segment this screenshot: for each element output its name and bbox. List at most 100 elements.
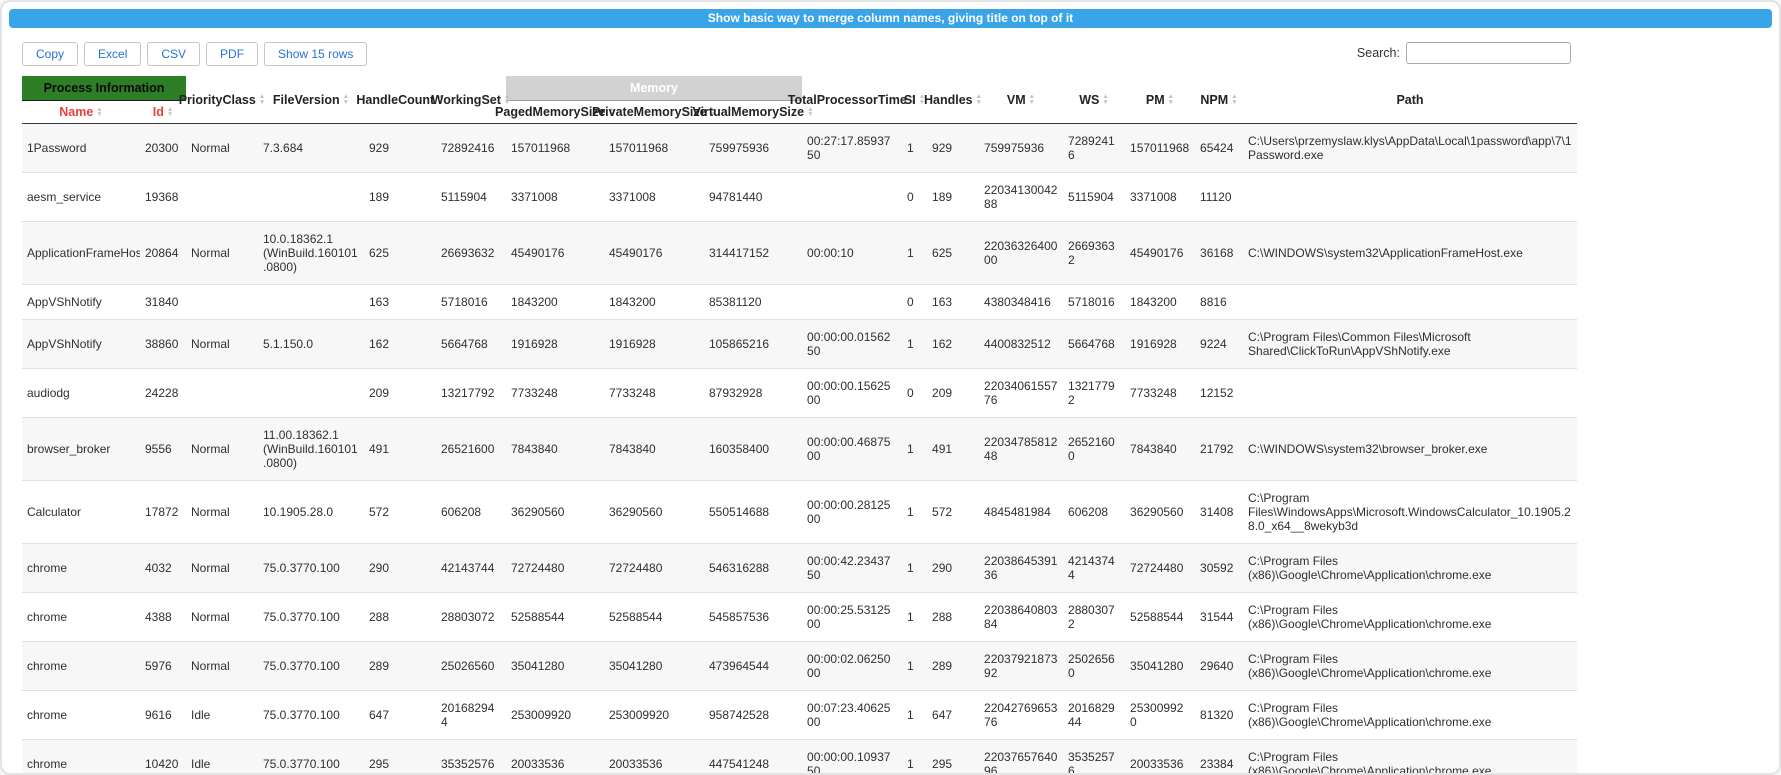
cell: 13217792 [1063,369,1125,418]
cell: Normal [186,481,258,544]
cell: 1 [902,740,927,775]
cell: 606208 [1063,481,1125,544]
cell: aesm_service [22,173,140,222]
cell [258,285,364,320]
column-header-label: WorkingSet [432,93,501,107]
cell: 2203413004288 [979,173,1063,222]
cell: 5115904 [1063,173,1125,222]
column-header-npm[interactable]: NPM▲▼ [1195,76,1243,124]
cell: 1916928 [1125,320,1195,369]
cell: 550514688 [704,481,802,544]
cell: 647 [927,691,979,740]
cell: 00:27:17.8593750 [802,124,902,173]
column-header-pagedmemorysize[interactable]: PagedMemorySize▲▼ [506,101,604,124]
excel-button[interactable]: Excel [84,42,141,66]
sort-arrows-icon: ▲▼ [976,94,982,105]
column-header-label: NPM [1200,93,1228,107]
cell: 75.0.3770.100 [258,642,364,691]
cell: 290 [364,544,436,593]
cell [1243,173,1577,222]
cell: 1Password [22,124,140,173]
search-input[interactable] [1406,42,1571,64]
cell [258,369,364,418]
cell: 45490176 [1125,222,1195,285]
cell: 1 [902,544,927,593]
pdf-button[interactable]: PDF [206,42,258,66]
cell: 1916928 [604,320,704,369]
cell: 1 [902,124,927,173]
cell: 10.0.18362.1 (WinBuild.160101.0800) [258,222,364,285]
table-row: browser_broker9556Normal11.00.18362.1 (W… [22,418,1577,481]
cell: AppVShNotify [22,285,140,320]
cell: 75.0.3770.100 [258,691,364,740]
cell: 625 [927,222,979,285]
cell: 36168 [1195,222,1243,285]
csv-button[interactable]: CSV [147,42,200,66]
cell: 1916928 [506,320,604,369]
cell: 72892416 [436,124,506,173]
cell: 162 [364,320,436,369]
cell [1243,369,1577,418]
cell: 4380348416 [979,285,1063,320]
cell: 75.0.3770.100 [258,740,364,775]
cell: Normal [186,124,258,173]
cell: 929 [927,124,979,173]
cell: 23384 [1195,740,1243,775]
column-header-label: PriorityClass [179,93,256,107]
cell: 5.1.150.0 [258,320,364,369]
cell: 201682944 [436,691,506,740]
cell: 87932928 [704,369,802,418]
cell: 1843200 [604,285,704,320]
cell: Normal [186,222,258,285]
cell: 35041280 [506,642,604,691]
column-header-handles[interactable]: Handles▲▼ [927,76,979,124]
cell: chrome [22,691,140,740]
cell: 2204276965376 [979,691,1063,740]
column-header-pm[interactable]: PM▲▼ [1125,76,1195,124]
cell: 253009920 [506,691,604,740]
column-header-label: VirtualMemorySize [692,105,804,119]
cell: 94781440 [704,173,802,222]
table-row: chrome4032Normal75.0.3770.10029042143744… [22,544,1577,593]
column-header-ws[interactable]: WS▲▼ [1063,76,1125,124]
column-header-priorityclass[interactable]: PriorityClass▲▼ [186,76,258,124]
show-15-rows-button[interactable]: Show 15 rows [264,42,367,66]
cell: 157011968 [604,124,704,173]
cell: C:\Program Files (x86)\Google\Chrome\App… [1243,740,1577,775]
table-row: audiodg242282091321779277332487733248879… [22,369,1577,418]
cell: 00:07:23.4062500 [802,691,902,740]
cell: 9616 [140,691,186,740]
column-header-name[interactable]: Name▲▼ [22,101,140,124]
sort-arrows-icon: ▲▼ [343,94,349,105]
cell: 288 [927,593,979,642]
column-header-label: TotalProcessorTime [788,93,907,107]
cell: 1 [902,481,927,544]
cell: 7.3.684 [258,124,364,173]
copy-button[interactable]: Copy [22,42,78,66]
column-header-totalprocessortime[interactable]: TotalProcessorTime▲▼ [802,76,902,124]
cell: 00:00:42.2343750 [802,544,902,593]
cell: 162 [927,320,979,369]
sort-arrows-icon: ▲▼ [807,107,813,118]
column-header-vm[interactable]: VM▲▼ [979,76,1063,124]
cell: 160358400 [704,418,802,481]
column-header-label: Path [1396,93,1423,107]
column-header-fileversion[interactable]: FileVersion▲▼ [258,76,364,124]
cell: 35041280 [1125,642,1195,691]
cell: 35352576 [1063,740,1125,775]
column-header-label: FileVersion [273,93,340,107]
column-header-label: PrivateMemorySize [592,105,707,119]
cell: Normal [186,418,258,481]
cell: 36290560 [506,481,604,544]
cell: 3371008 [604,173,704,222]
cell: 20033536 [604,740,704,775]
column-header-handlecount[interactable]: HandleCount▲▼ [364,76,436,124]
export-buttons: CopyExcelCSVPDFShow 15 rows [22,42,367,66]
cell: 253009920 [604,691,704,740]
cell: 289 [927,642,979,691]
column-header-label: WS [1079,93,1099,107]
column-header-privatememorysize[interactable]: PrivateMemorySize▲▼ [604,101,704,124]
cell: 10420 [140,740,186,775]
cell: 72724480 [1125,544,1195,593]
cell: 2203792187392 [979,642,1063,691]
